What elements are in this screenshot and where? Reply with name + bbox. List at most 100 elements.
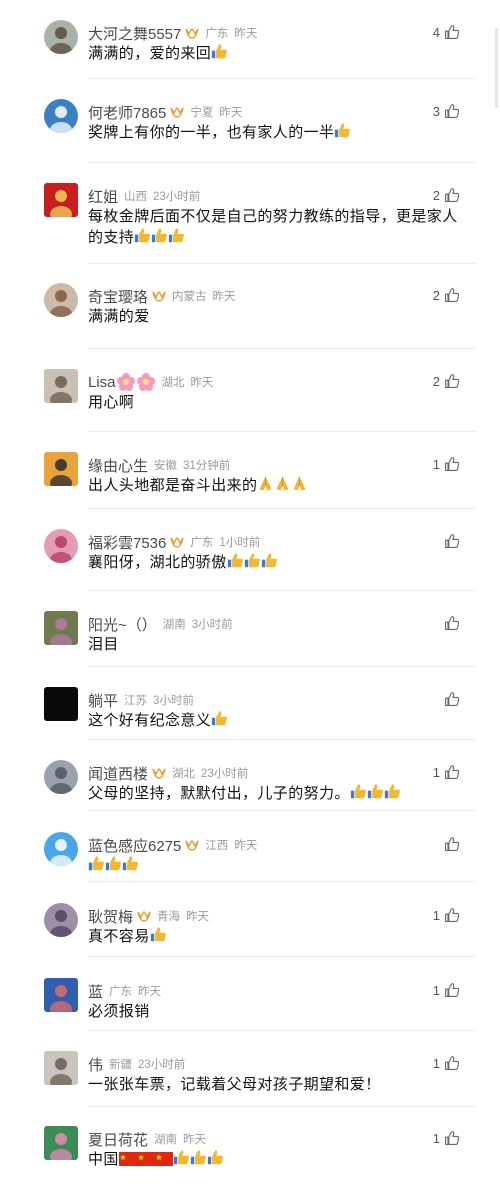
username[interactable]: 奇宝璎珞 bbox=[88, 286, 148, 307]
comment-header: 闻道西楼 湖北 23小时前 bbox=[88, 763, 248, 783]
like-count: 1 bbox=[432, 1055, 440, 1071]
comment-item[interactable]: Lisa 湖北 昨天 用心啊 2 bbox=[0, 349, 500, 427]
thumbs-up-icon bbox=[445, 534, 460, 548]
comment-text: 满满的，爱的来回 bbox=[88, 43, 460, 64]
like-count: 1 bbox=[432, 1130, 440, 1146]
comment-item[interactable]: 红姐 山西 23小时前 每枚金牌后面不仅是自己的努力教练的指导，更是家人的支持 2 bbox=[0, 163, 500, 246]
comment-text: 满满的爱 bbox=[88, 306, 460, 327]
pray-emoji bbox=[276, 476, 289, 491]
avatar[interactable] bbox=[44, 369, 78, 403]
divider bbox=[88, 739, 476, 740]
like-button[interactable]: 1 bbox=[433, 1055, 460, 1071]
comment-text-content: 满满的爱 bbox=[88, 308, 150, 325]
username[interactable]: 福彩雲7536 bbox=[88, 532, 166, 553]
comment-text: 泪目 bbox=[88, 634, 460, 655]
like-button[interactable] bbox=[440, 691, 460, 707]
username[interactable]: 闻道西楼 bbox=[88, 763, 148, 784]
username[interactable]: 躺平 bbox=[88, 690, 118, 711]
flower-emoji bbox=[116, 373, 135, 391]
comment-item[interactable]: 大河之舞5557 广东 昨天 满满的，爱的来回 4 bbox=[0, 0, 500, 78]
avatar[interactable] bbox=[44, 283, 78, 317]
china-flag-emoji bbox=[136, 1152, 155, 1166]
comment-text-content: 这个好有纪念意义 bbox=[88, 712, 212, 729]
avatar[interactable] bbox=[44, 903, 78, 937]
comment-region: 新疆 bbox=[109, 1059, 133, 1071]
avatar[interactable] bbox=[44, 832, 78, 866]
comment-item[interactable]: 蓝广东 昨天 必须报销 1 bbox=[0, 958, 500, 1036]
thumbs-up-icon bbox=[445, 837, 460, 851]
divider bbox=[88, 348, 476, 349]
like-button[interactable]: 3 bbox=[433, 103, 460, 119]
flower-emoji bbox=[136, 373, 155, 391]
divider bbox=[88, 590, 476, 591]
username[interactable]: 大河之舞5557 bbox=[88, 23, 181, 44]
username[interactable]: 夏日荷花 bbox=[88, 1129, 148, 1150]
avatar[interactable] bbox=[44, 1126, 78, 1160]
comment-item[interactable]: 伟新疆 23小时前 一张张车票，记载着父母对孩子期望和爱！ 1 bbox=[0, 1031, 500, 1109]
like-button[interactable] bbox=[440, 615, 460, 631]
like-button[interactable]: 2 bbox=[433, 287, 460, 303]
comment-header: 福彩雲7536 广东 1小时前 bbox=[88, 532, 260, 552]
username[interactable]: 蓝色感应6275 bbox=[88, 835, 181, 856]
thumbs-up-emoji bbox=[212, 44, 228, 59]
like-button[interactable]: 1 bbox=[433, 1130, 460, 1146]
username[interactable]: 红姐 bbox=[88, 186, 118, 207]
username[interactable]: 缘由心生 bbox=[88, 455, 148, 476]
comment-time: 昨天 bbox=[138, 986, 162, 998]
username[interactable]: Lisa bbox=[88, 374, 116, 391]
china-flag-emoji bbox=[154, 1152, 173, 1166]
comment-region: 内蒙古 bbox=[172, 291, 207, 303]
avatar[interactable] bbox=[44, 529, 78, 563]
comment-time: 3小时前 bbox=[191, 619, 233, 631]
avatar[interactable] bbox=[44, 1051, 78, 1085]
comment-item[interactable]: 耿贺梅 青海 昨天 真不容易 1 bbox=[0, 883, 500, 961]
comment-region: 湖南 bbox=[162, 619, 186, 631]
comment-header: 蓝色感应6275 江西 昨天 bbox=[88, 835, 257, 855]
username[interactable]: 耿贺梅 bbox=[88, 906, 133, 927]
scrollbar[interactable] bbox=[495, 28, 498, 108]
thumbs-up-icon bbox=[445, 765, 460, 779]
like-button[interactable] bbox=[440, 533, 460, 549]
comment-item[interactable]: 何老师7865 宁夏 昨天 奖牌上有你的一半，也有家人的一半 3 bbox=[0, 79, 500, 157]
like-button[interactable]: 1 bbox=[433, 456, 460, 472]
comment-item[interactable]: 缘由心生 安徽 31分钟前 出人头地都是奋斗出来的 1 bbox=[0, 432, 500, 510]
thumbs-up-icon bbox=[445, 983, 460, 997]
comment-item[interactable]: 福彩雲7536 广东 1小时前 襄阳伢，湖北的骄傲 bbox=[0, 509, 500, 587]
vip-badge-icon bbox=[152, 767, 166, 779]
like-button[interactable] bbox=[440, 836, 460, 852]
like-button[interactable]: 4 bbox=[433, 24, 460, 40]
comment-item[interactable]: 闻道西楼 湖北 23小时前 父母的坚持，默默付出，儿子的努力。 1 bbox=[0, 740, 500, 818]
username[interactable]: 蓝 bbox=[88, 981, 103, 1002]
comment-item[interactable]: 蓝色感应6275 江西 昨天 bbox=[0, 812, 500, 890]
comment-item[interactable]: 躺平 江苏 3小时前 这个好有纪念意义 bbox=[0, 667, 500, 745]
avatar[interactable] bbox=[44, 99, 78, 133]
like-button[interactable]: 1 bbox=[433, 982, 460, 998]
like-button[interactable]: 2 bbox=[433, 187, 460, 203]
avatar[interactable] bbox=[44, 760, 78, 794]
comment-region: 江西 bbox=[205, 840, 229, 852]
avatar[interactable] bbox=[44, 183, 78, 217]
thumbs-up-emoji bbox=[190, 1150, 206, 1165]
thumbs-up-emoji bbox=[384, 784, 400, 799]
thumbs-up-emoji bbox=[173, 1150, 189, 1165]
comment-time: 23小时前 bbox=[201, 768, 249, 780]
username[interactable]: 阳光~（） bbox=[88, 614, 157, 635]
avatar[interactable] bbox=[44, 452, 78, 486]
comment-item[interactable]: 夏日荷花 湖南 昨天 中国 1 bbox=[0, 1106, 500, 1184]
comment-text: 真不容易 bbox=[88, 926, 460, 947]
avatar[interactable] bbox=[44, 20, 78, 54]
avatar[interactable] bbox=[44, 687, 78, 721]
avatar[interactable] bbox=[44, 978, 78, 1012]
comment-text-content: 必须报销 bbox=[88, 1003, 150, 1020]
comment-item[interactable]: 阳光~（） 湖南 3小时前泪目 bbox=[0, 591, 500, 669]
comment-item[interactable]: 奇宝璎珞 内蒙古 昨天 满满的爱 2 bbox=[0, 263, 500, 341]
divider bbox=[88, 666, 476, 667]
like-button[interactable]: 1 bbox=[433, 907, 460, 923]
username[interactable]: 伟 bbox=[88, 1054, 103, 1075]
like-button[interactable]: 1 bbox=[433, 764, 460, 780]
like-button[interactable]: 2 bbox=[433, 373, 460, 389]
divider bbox=[88, 1106, 476, 1107]
username[interactable]: 何老师7865 bbox=[88, 102, 166, 123]
avatar[interactable] bbox=[44, 611, 78, 645]
thumbs-up-icon bbox=[445, 188, 460, 202]
